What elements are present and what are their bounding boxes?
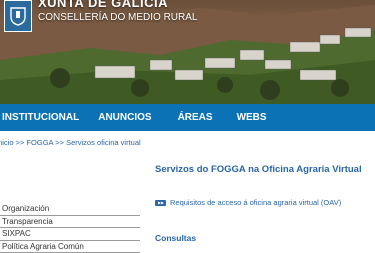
link-arrow-icon bbox=[155, 200, 166, 206]
nav-item-institucional[interactable]: INSTITUCIONAL bbox=[2, 112, 79, 123]
coat-of-arms-icon bbox=[9, 6, 27, 26]
department-title: CONSELLERÍA DO MEDIO RURAL bbox=[38, 12, 197, 23]
breadcrumb-item-home[interactable]: Inicio bbox=[0, 138, 14, 147]
main-nav: INSTITUCIONAL ANUNCIOS ÁREAS WEBS bbox=[0, 104, 375, 131]
nav-item-webs[interactable]: WEBS bbox=[237, 112, 267, 123]
nav-item-anuncios[interactable]: ANUNCIOS bbox=[98, 112, 151, 123]
sidebar-item-organizacion[interactable]: Organización bbox=[0, 203, 140, 216]
header-banner: XUNTA DE GALICIA CONSELLERÍA DO MEDIO RU… bbox=[0, 0, 375, 104]
oav-requirements-link[interactable]: Requisitos de acceso á oficina agraria v… bbox=[155, 198, 341, 207]
sidebar-item-pac[interactable]: Política Agraria Común bbox=[0, 241, 140, 253]
sidebar-menu: Organización Transparencia SIXPAC Políti… bbox=[0, 203, 140, 253]
section-heading-consultas: Consultas bbox=[155, 233, 196, 243]
breadcrumb-item-fogga[interactable]: FOGGA bbox=[26, 138, 53, 147]
breadcrumb-separator: >> bbox=[16, 138, 27, 147]
breadcrumb-item-current[interactable]: Servizos oficina virtual bbox=[66, 138, 141, 147]
oav-link-label[interactable]: Requisitos de acceso á oficina agraria v… bbox=[170, 198, 341, 207]
brand-title: XUNTA DE GALICIA bbox=[38, 0, 168, 10]
xunta-logo[interactable] bbox=[4, 0, 32, 32]
nav-item-areas[interactable]: ÁREAS bbox=[178, 112, 213, 123]
breadcrumb: Inicio >> FOGGA >> Servizos oficina virt… bbox=[0, 138, 141, 147]
sidebar-item-transparencia[interactable]: Transparencia bbox=[0, 216, 140, 229]
sidebar-item-sixpac[interactable]: SIXPAC bbox=[0, 228, 140, 241]
breadcrumb-separator: >> bbox=[55, 138, 66, 147]
page-title: Servizos do FOGGA na Oficina Agraria Vir… bbox=[155, 164, 362, 175]
